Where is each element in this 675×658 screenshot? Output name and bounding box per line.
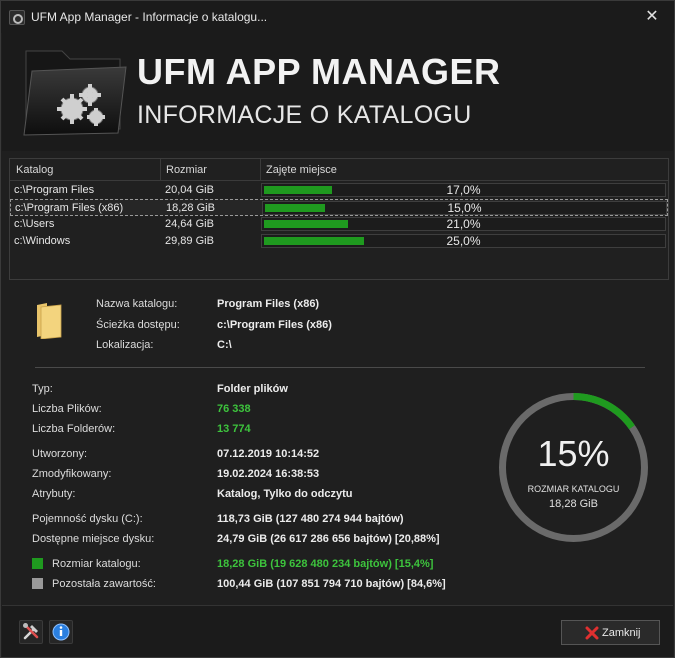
type-label: Typ: (32, 383, 53, 395)
window-close-button[interactable]: ✕ (637, 5, 667, 29)
close-button[interactable]: Zamknij (561, 620, 660, 645)
remaining-value: 100,44 GiB (107 851 794 710 bajtów) [84,… (217, 578, 446, 590)
usage-percent-text: 15,0% (447, 201, 482, 215)
list-header: Katalog Rozmiar Zajęte miejsce (10, 159, 668, 181)
location-label: Lokalizacja: (96, 339, 154, 351)
usage-percent-text: 25,0% (446, 234, 481, 248)
legend-remaining-swatch (32, 578, 43, 589)
gauge-percent: 15% (537, 433, 610, 474)
usage-bar: 25,0% (261, 234, 666, 248)
folder-list[interactable]: Katalog Rozmiar Zajęte miejsce c:\Progra… (9, 158, 669, 280)
files-count-label: Liczba Plików: (32, 403, 102, 415)
files-count-value: 76 338 (217, 403, 251, 415)
usage-percent-text: 21,0% (446, 217, 481, 231)
close-button-label: Zamknij (602, 627, 641, 639)
tools-button[interactable] (19, 620, 43, 644)
page-subtitle: INFORMACJE O KATALOGU (137, 101, 472, 129)
column-header-size[interactable]: Rozmiar (166, 164, 207, 176)
folder-size-cell: 24,64 GiB (165, 218, 214, 230)
folders-count-label: Liczba Folderów: (32, 423, 116, 435)
type-value: Folder plików (217, 383, 288, 395)
column-header-usage[interactable]: Zajęte miejsce (266, 164, 337, 176)
app-title: UFM APP MANAGER (137, 51, 501, 92)
folder-size-gauge: 15% ROZMIAR KATALOGU 18,28 GiB (497, 391, 650, 544)
usage-bar: 17,0% (261, 183, 666, 197)
close-icon (585, 626, 599, 640)
table-row[interactable]: c:\Program Files 20,04 GiB 17,0% (10, 182, 668, 199)
app-window: UFM App Manager - Informacje o katalogu.… (0, 0, 675, 658)
disk-capacity-label: Pojemność dysku (C:): (32, 513, 143, 525)
app-icon (9, 10, 25, 25)
folder-size-cell: 18,28 GiB (166, 202, 215, 214)
details-panel: Nazwa katalogu: Program Files (x86) Ście… (2, 281, 673, 603)
info-button[interactable] (49, 620, 73, 644)
tools-icon (23, 623, 39, 640)
path-label: Ścieżka dostępu: (96, 319, 180, 331)
folder-name-cell: c:\Program Files (x86) (15, 202, 124, 214)
legend-folder-size-swatch (32, 558, 43, 569)
folder-name-cell: c:\Program Files (14, 184, 95, 196)
footer-bar: Zamknij (2, 605, 673, 657)
path-value: c:\Program Files (x86) (217, 319, 332, 331)
usage-bar: 15,0% (262, 201, 667, 215)
folder-name-cell: c:\Users (14, 218, 55, 230)
usage-percent-text: 17,0% (446, 183, 481, 197)
folder-size-value: 18,28 GiB (19 628 480 234 bajtów) [15,4%… (217, 558, 434, 570)
column-separator[interactable] (260, 159, 261, 181)
info-icon (52, 623, 70, 641)
folder-gears-icon (23, 50, 127, 136)
location-value: C:\ (217, 339, 232, 351)
table-row[interactable]: c:\Program Files (x86) 18,28 GiB 15,0% (10, 199, 668, 216)
folder-name-label: Nazwa katalogu: (96, 298, 178, 310)
title-bar[interactable]: UFM App Manager - Informacje o katalogu.… (1, 1, 674, 33)
column-header-folder[interactable]: Katalog (16, 164, 53, 176)
folder-size-cell: 20,04 GiB (165, 184, 214, 196)
folder-size-cell: 29,89 GiB (165, 235, 214, 247)
modified-label: Zmodyfikowany: (32, 468, 112, 480)
gauge-size: 18,28 GiB (549, 498, 598, 510)
folder-name-cell: c:\Windows (14, 235, 71, 247)
table-row[interactable]: c:\Windows 29,89 GiB 25,0% (10, 233, 668, 250)
folder-icon (37, 303, 62, 339)
free-space-value: 24,79 GiB (26 617 286 656 bajtów) [20,88… (217, 533, 440, 545)
folder-name-value: Program Files (x86) (217, 298, 320, 310)
window-title: UFM App Manager - Informacje o katalogu.… (31, 10, 268, 24)
modified-value: 19.02.2024 16:38:53 (217, 468, 320, 480)
usage-bar: 21,0% (261, 217, 666, 231)
created-value: 07.12.2019 10:14:52 (217, 448, 320, 460)
remaining-label: Pozostała zawartość: (52, 578, 156, 590)
header-banner: UFM APP MANAGER INFORMACJE O KATALOGU (2, 33, 673, 151)
disk-capacity-value: 118,73 GiB (127 480 274 944 bajtów) (217, 513, 404, 525)
folder-size-label: Rozmiar katalogu: (52, 558, 141, 570)
column-separator[interactable] (160, 159, 161, 181)
attributes-label: Atrybuty: (32, 488, 76, 500)
created-label: Utworzony: (32, 448, 88, 460)
gauge-label: ROZMIAR KATALOGU (527, 484, 620, 494)
free-space-label: Dostępne miejsce dysku: (32, 533, 155, 545)
attributes-value: Katalog, Tylko do odczytu (217, 488, 353, 500)
table-row[interactable]: c:\Users 24,64 GiB 21,0% (10, 216, 668, 233)
folders-count-value: 13 774 (217, 423, 251, 435)
divider (35, 367, 645, 368)
